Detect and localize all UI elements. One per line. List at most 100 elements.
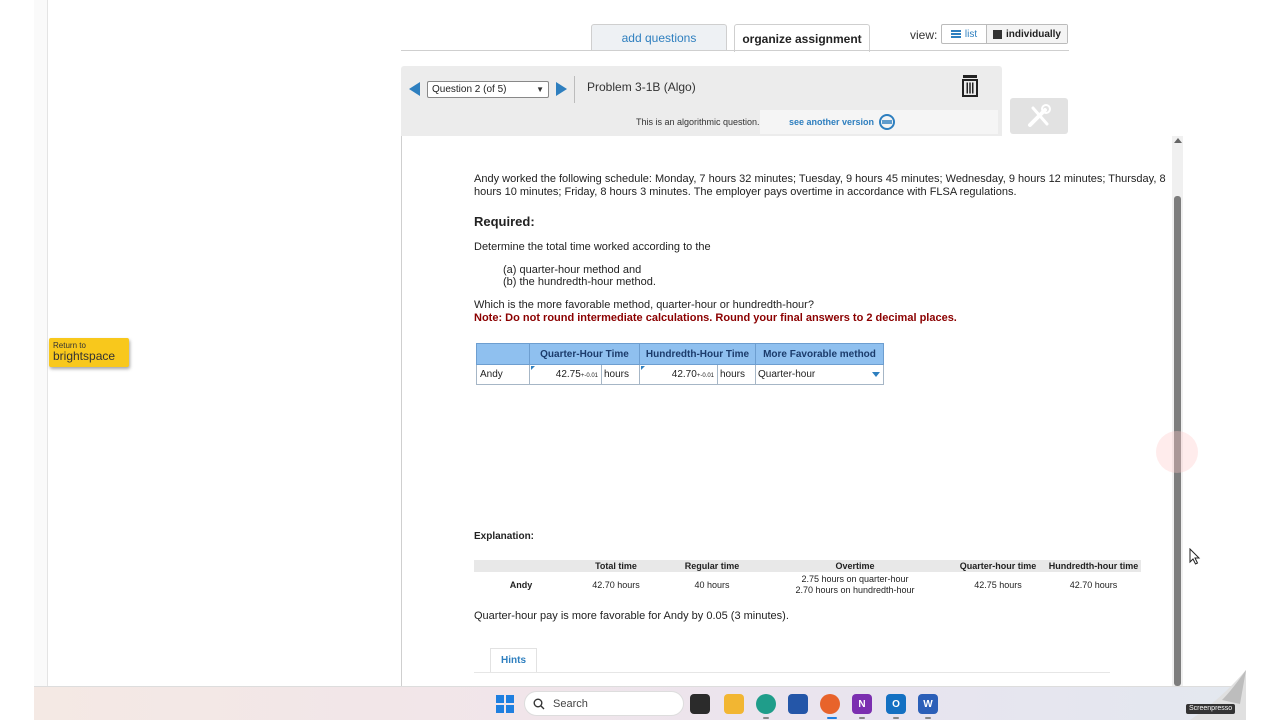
which-text: Which is the more favorable method, quar… [474, 299, 814, 311]
answer-table-header: Quarter-Hour Time Hundredth-Hour Time Mo… [476, 343, 884, 365]
favorable-method-value: Quarter-hour [758, 369, 816, 380]
refresh-icon [879, 114, 896, 130]
header-separator [574, 76, 575, 103]
quarter-hour-unit: hours [601, 364, 640, 385]
return-label-big: brightspace [53, 349, 116, 363]
table-row: Andy 42.75+-0.01 hours 42.70+-0.01 hours… [476, 364, 884, 385]
previous-question-arrow-icon[interactable] [409, 82, 420, 96]
algorithmic-notice: This is an algorithmic question. [636, 117, 760, 127]
view-individually-button[interactable]: individually [987, 25, 1067, 43]
outlook-running-indicator [893, 717, 899, 719]
answer-header-hundredth: Hundredth-Hour Time [639, 343, 756, 365]
overtime-line-2: 2.70 hours on hundredth-hour [795, 585, 915, 595]
onenote-icon[interactable]: N [852, 694, 872, 714]
answer-row-label: Andy [476, 364, 530, 385]
word-icon[interactable]: W [918, 694, 938, 714]
hundredth-tolerance: +-0.01 [696, 373, 714, 379]
quarter-hour-value: 42.75 [555, 369, 581, 380]
answer-header-empty [476, 343, 530, 365]
explanation-table: Total time Regular time Overtime Quarter… [474, 560, 1141, 596]
firefox-icon[interactable] [820, 694, 840, 714]
tools-button[interactable] [1010, 98, 1068, 134]
question-content: Andy worked the following schedule: Mond… [401, 136, 1183, 686]
question-select[interactable]: Question 2 (of 5) ▼ [427, 81, 549, 98]
explanation-hundredth-time: 42.70 hours [1069, 579, 1118, 590]
problem-title: Problem 3-1B (Algo) [587, 80, 696, 94]
overtime-line-1: 2.75 hours on quarter-hour [801, 574, 909, 584]
hints-divider [474, 672, 1110, 673]
left-sidebar-edge [34, 0, 48, 686]
explanation-regular-time: 40 hours [694, 579, 730, 590]
mouse-pointer-icon [1189, 548, 1201, 565]
chevron-down-icon [869, 365, 883, 383]
view-toggle: list individually [941, 24, 1068, 44]
favorable-method-select[interactable]: Quarter-hour [755, 364, 884, 385]
word-running-indicator [925, 717, 931, 719]
algorithmic-row: This is an algorithmic question. see ano… [401, 110, 1002, 136]
explanation-label: Explanation: [474, 531, 535, 542]
explanation-header-row: Total time Regular time Overtime Quarter… [474, 560, 1141, 572]
tab-divider [401, 50, 1069, 51]
answer-header-favorable: More Favorable method [755, 343, 884, 365]
taskbar: Search N O W [34, 686, 1246, 720]
tab-add-questions[interactable]: add questions [591, 24, 727, 51]
explanation-header-quarter: Quarter-hour time [950, 560, 1046, 572]
chevron-down-icon: ▼ [536, 85, 544, 94]
answer-header-quarter: Quarter-Hour Time [529, 343, 640, 365]
list-icon [950, 30, 961, 38]
search-icon [533, 698, 545, 709]
onenote-running-indicator [859, 717, 865, 719]
outlook-icon[interactable]: O [886, 694, 906, 714]
question-header: Question 2 (of 5) ▼ Problem 3-1B (Algo) … [401, 66, 1002, 136]
conclusion-text: Quarter-hour pay is more favorable for A… [474, 610, 789, 622]
answer-table: Quarter-Hour Time Hundredth-Hour Time Mo… [476, 343, 884, 385]
view-label: view: [910, 28, 938, 42]
scroll-up-arrow-icon[interactable] [1174, 138, 1182, 143]
explanation-header-overtime: Overtime [760, 560, 950, 572]
trash-icon[interactable] [961, 75, 979, 97]
explanation-header-regular: Regular time [664, 560, 760, 572]
hundredth-hour-unit: hours [717, 364, 756, 385]
part-b-text: (b) the hundredth-hour method. [503, 276, 656, 288]
hundredth-hour-input[interactable]: 42.70+-0.01 [639, 364, 718, 385]
taskbar-search-placeholder: Search [553, 697, 588, 710]
screenpresso-label: Screenpresso [1186, 704, 1236, 714]
see-another-version-button[interactable]: see another version [760, 110, 998, 134]
tab-organize-assignment[interactable]: organize assignment [734, 24, 870, 52]
file-explorer-icon[interactable] [724, 694, 744, 714]
view-list-button[interactable]: list [942, 25, 987, 43]
explanation-header-empty [474, 560, 568, 572]
determine-text: Determine the total time worked accordin… [474, 241, 711, 253]
content-scrollbar[interactable] [1172, 136, 1183, 686]
rounding-note: Note: Do not round intermediate calculat… [474, 312, 957, 324]
edge-running-indicator [763, 717, 769, 719]
task-view-icon[interactable] [690, 694, 710, 714]
view-list-label: list [964, 28, 978, 40]
edge-browser-icon[interactable] [756, 694, 776, 714]
quarter-hour-input[interactable]: 42.75+-0.01 [529, 364, 602, 385]
next-question-arrow-icon[interactable] [556, 82, 567, 96]
square-icon [992, 29, 1002, 39]
view-individually-label: individually [1005, 28, 1061, 40]
store-icon[interactable] [788, 694, 808, 714]
required-heading: Required: [474, 214, 535, 229]
wrench-icon [1028, 104, 1051, 127]
question-select-value: Question 2 (of 5) [432, 84, 507, 95]
table-row: Andy 42.70 hours 40 hours 2.75 hours on … [474, 572, 1141, 596]
right-margin [1246, 0, 1280, 720]
explanation-overtime: 2.75 hours on quarter-hour 2.70 hours on… [760, 572, 950, 596]
problem-text: Andy worked the following schedule: Mond… [474, 173, 1166, 198]
firefox-active-indicator [827, 717, 837, 719]
explanation-total-time: 42.70 hours [592, 579, 640, 590]
hundredth-hour-value: 42.70 [671, 369, 697, 380]
explanation-row-label: Andy [509, 579, 533, 590]
click-highlight [1156, 431, 1198, 473]
see-another-version-label: see another version [789, 117, 875, 127]
hints-tab[interactable]: Hints [490, 648, 537, 672]
windows-start-icon[interactable] [496, 695, 514, 713]
quarter-tolerance: +-0.01 [580, 373, 598, 379]
left-margin [0, 0, 34, 720]
explanation-quarter-time: 42.75 hours [974, 579, 1022, 590]
taskbar-search[interactable]: Search [524, 691, 684, 716]
return-to-brightspace-button[interactable]: Return to brightspace [49, 338, 129, 367]
